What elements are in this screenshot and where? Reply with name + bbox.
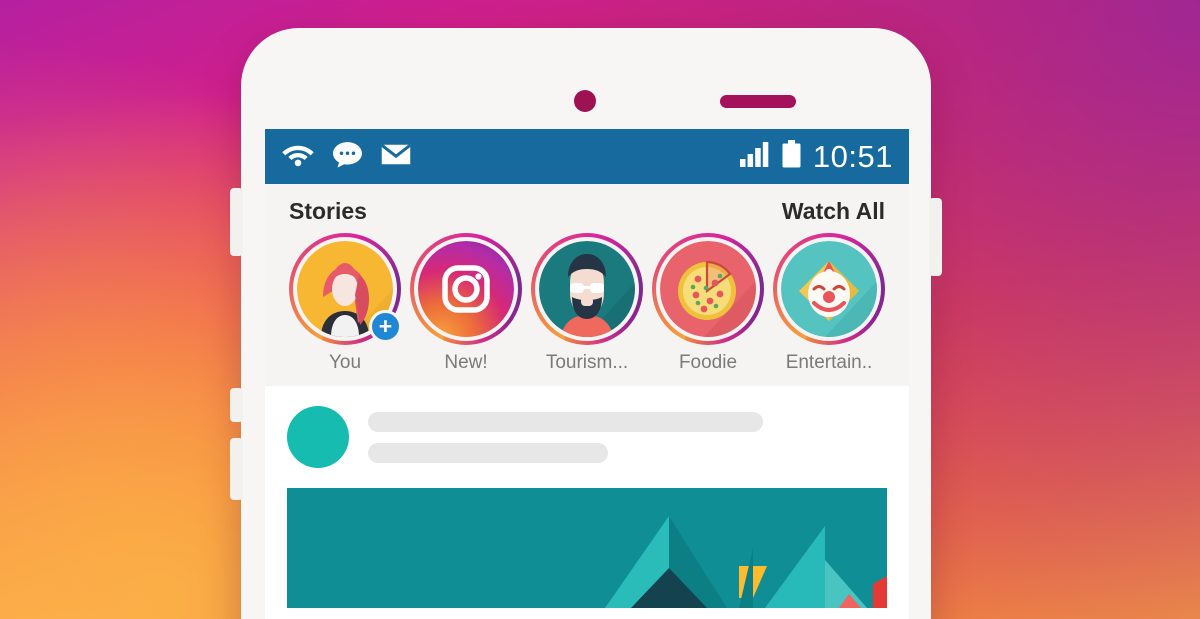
clown-avatar: [781, 241, 877, 337]
story-item-tourism[interactable]: Tourism...: [529, 233, 645, 374]
story-item-entertainment[interactable]: Entertain..: [771, 233, 887, 374]
phone-volume-down-button[interactable]: [230, 438, 243, 500]
chat-bubble-icon: [332, 141, 363, 173]
story-label: Entertain..: [785, 352, 873, 373]
story-ring: +: [289, 233, 402, 345]
stories-title: Stories: [289, 198, 367, 224]
phone-screen: 10:51 Stories Watch All + You New! Touri…: [265, 129, 909, 619]
feed-section: [265, 386, 909, 608]
earpiece-speaker: [720, 95, 796, 108]
phone-power-button[interactable]: [230, 188, 243, 256]
story-label: New!: [444, 352, 488, 373]
status-bar: 10:51: [265, 129, 909, 184]
status-bar-left-icons: [281, 141, 412, 173]
story-ring: [531, 233, 643, 345]
signal-bars-icon: [739, 141, 770, 172]
hipster-man-avatar: [539, 241, 635, 337]
phone-side-button-right[interactable]: [929, 198, 942, 276]
story-item-you[interactable]: + You: [287, 233, 403, 374]
story-label: You: [328, 352, 362, 373]
story-item-new[interactable]: New!: [408, 233, 524, 374]
story-ring: [773, 233, 885, 345]
placeholder-line-2: [368, 442, 608, 463]
phone-volume-up-button[interactable]: [230, 388, 243, 422]
stories-section: Stories Watch All + You New! Tourism... …: [265, 184, 909, 386]
status-bar-right-icons: 10:51: [739, 139, 893, 174]
stories-list: + You New! Tourism... Foodie Entertain..: [287, 233, 887, 374]
status-bar-clock: 10:51: [812, 139, 893, 174]
battery-icon: [782, 140, 801, 173]
post-header[interactable]: [265, 386, 909, 484]
post-image[interactable]: [287, 488, 887, 608]
placeholder-line-1: [368, 411, 763, 432]
post-avatar[interactable]: [287, 406, 349, 468]
smartphone-mockup: 10:51 Stories Watch All + You New! Touri…: [230, 28, 942, 619]
story-item-foodie[interactable]: Foodie: [650, 233, 766, 374]
front-camera-icon: [574, 90, 596, 112]
pizza-avatar: [660, 241, 756, 337]
watch-all-button[interactable]: Watch All: [782, 198, 885, 225]
instagram-logo-avatar: [418, 241, 514, 337]
add-story-badge[interactable]: +: [369, 310, 402, 343]
story-ring: [410, 233, 522, 345]
post-placeholder-lines: [368, 411, 887, 463]
story-label: Tourism...: [545, 352, 629, 373]
envelope-icon: [380, 142, 412, 172]
story-ring: [652, 233, 764, 345]
wifi-icon: [281, 141, 315, 172]
stories-header: Stories Watch All: [287, 198, 887, 233]
story-label: Foodie: [678, 352, 738, 373]
